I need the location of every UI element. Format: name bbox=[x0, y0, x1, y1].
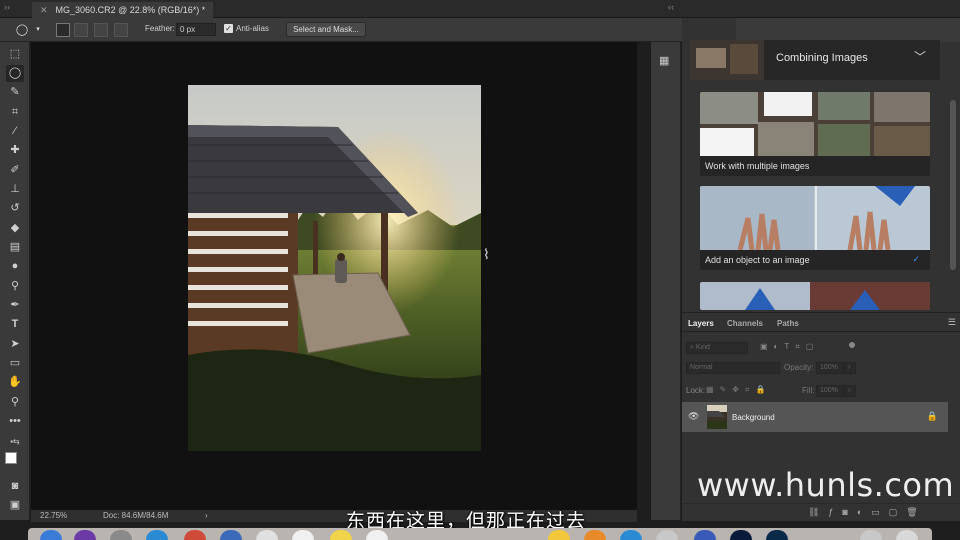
document-tab[interactable]: ✕ MG_3060.CR2 @ 22.8% (RGB/16*) * bbox=[32, 2, 214, 18]
layer-row-background[interactable]: 👁 Background 🔒 bbox=[682, 402, 948, 432]
tools-panel: ⬚ ◯ ✎ ⌗ ⁄ ✚ ✐ ⊥ ↺ ◆ ▤ ● ⚲ ✒ T ➤ ▭ ✋ ⚲ ••… bbox=[0, 42, 30, 520]
path-selection-tool-icon[interactable]: ➤ bbox=[6, 336, 24, 353]
hand-tool-icon[interactable]: ✋ bbox=[6, 374, 24, 391]
opacity-input[interactable]: 100% bbox=[816, 362, 844, 374]
blend-mode-select[interactable]: Normal bbox=[686, 362, 780, 374]
filter-kind-text: Kind bbox=[695, 344, 710, 351]
watermark: www.hunls.com bbox=[697, 466, 955, 504]
healing-brush-tool-icon[interactable]: ✚ bbox=[6, 142, 24, 159]
quick-mask-icon[interactable]: ◙ bbox=[6, 478, 24, 495]
tab-layers[interactable]: Layers bbox=[688, 319, 714, 328]
anti-alias-label: Anti-alias bbox=[236, 24, 269, 33]
canvas-area[interactable]: ⌇ bbox=[31, 42, 637, 510]
filter-toggle-icon[interactable] bbox=[849, 342, 855, 348]
clone-stamp-tool-icon[interactable]: ⊥ bbox=[6, 181, 24, 198]
screen-mode-icon[interactable]: ▣ bbox=[6, 497, 24, 514]
blur-tool-icon[interactable]: ● bbox=[6, 258, 24, 275]
tutorial-card-label: Add an object to an image bbox=[705, 255, 810, 265]
feather-input[interactable]: 0 px bbox=[176, 23, 216, 36]
new-selection-icon[interactable] bbox=[56, 23, 70, 37]
lasso-cursor-icon: ⌇ bbox=[483, 246, 490, 262]
tutorial-thumbnail bbox=[700, 282, 930, 310]
tutorial-card-add-object[interactable]: Add an object to an image ✓ bbox=[700, 186, 930, 270]
chevron-down-icon[interactable]: ﹀ bbox=[914, 48, 926, 65]
completed-check-icon: ✓ bbox=[912, 254, 920, 264]
visibility-eye-icon[interactable]: 👁 bbox=[688, 411, 699, 422]
tutorial-thumbnail bbox=[700, 92, 930, 156]
rectangle-tool-icon[interactable]: ▭ bbox=[6, 355, 24, 372]
subtract-selection-icon[interactable] bbox=[94, 23, 108, 37]
lock-options-icons[interactable]: ▦✎✥⌗🔒 bbox=[706, 385, 771, 395]
dodge-tool-icon[interactable]: ⚲ bbox=[6, 278, 24, 295]
fill-input[interactable]: 100% bbox=[816, 385, 844, 397]
opacity-chevron-icon[interactable]: › bbox=[844, 362, 856, 374]
collapsed-panels-strip: ▦ bbox=[651, 42, 681, 520]
crop-tool-icon[interactable]: ⌗ bbox=[6, 104, 24, 121]
panel-menu-icon[interactable]: ☰ bbox=[948, 317, 956, 328]
learn-panel-title: Combining Images bbox=[776, 52, 868, 64]
gradient-tool-icon[interactable]: ▤ bbox=[6, 239, 24, 256]
more-tools-icon[interactable]: ••• bbox=[6, 413, 24, 430]
doc-size: Doc: 84.6M/84.6M bbox=[103, 511, 169, 520]
history-brush-tool-icon[interactable]: ↺ bbox=[6, 200, 24, 217]
lock-label: Lock: bbox=[686, 386, 706, 395]
foreground-color-swatch[interactable] bbox=[5, 452, 17, 464]
lasso-preset-icon[interactable]: ◯ bbox=[14, 22, 30, 38]
tutorial-card-next[interactable] bbox=[700, 282, 930, 310]
quick-select-tool-icon[interactable]: ✎ bbox=[6, 84, 24, 101]
panel-header bbox=[736, 18, 960, 42]
layer-action-icons[interactable]: ⛓ƒ◙◐▭▢🗑 bbox=[808, 507, 927, 518]
eraser-tool-icon[interactable]: ◆ bbox=[6, 220, 24, 237]
pen-tool-icon[interactable]: ✒ bbox=[6, 297, 24, 314]
tab-paths[interactable]: Paths bbox=[777, 319, 799, 328]
panel-collapse-arrows-icon[interactable]: ‹‹ bbox=[668, 2, 674, 12]
default-colors-icon[interactable]: ▪⇆ bbox=[6, 433, 24, 450]
learn-panel-icon[interactable]: ▦ bbox=[659, 54, 669, 67]
collapse-arrows-icon[interactable]: ›› bbox=[4, 2, 10, 12]
feather-label: Feather: bbox=[145, 24, 175, 33]
layers-footer: ⛓ƒ◙◐▭▢🗑 bbox=[682, 503, 960, 521]
tab-divider bbox=[682, 331, 960, 332]
anti-alias-checkbox[interactable]: ✓ bbox=[224, 24, 233, 33]
layer-filter-kind[interactable]: ⌕ Kind bbox=[686, 342, 748, 354]
add-selection-icon[interactable] bbox=[74, 23, 88, 37]
learn-header-thumbnail bbox=[690, 40, 764, 80]
layer-lock-icon: 🔒 bbox=[926, 411, 938, 421]
close-tab-icon[interactable]: ✕ bbox=[40, 5, 48, 15]
opacity-label: Opacity: bbox=[784, 363, 814, 372]
document-photo[interactable] bbox=[188, 85, 481, 451]
brush-tool-icon[interactable]: ✐ bbox=[6, 162, 24, 179]
tutorial-thumbnail bbox=[700, 186, 930, 250]
lasso-tool-icon[interactable]: ◯ bbox=[6, 65, 24, 82]
eyedropper-tool-icon[interactable]: ⁄ bbox=[6, 123, 24, 140]
zoom-level[interactable]: 22.75% bbox=[40, 511, 67, 520]
tutorial-card-label: Work with multiple images bbox=[705, 161, 810, 171]
intersect-selection-icon[interactable] bbox=[114, 23, 128, 37]
layer-name: Background bbox=[732, 413, 775, 422]
filter-type-icons[interactable]: ▣◐T⌗▢ bbox=[760, 342, 819, 352]
tutorial-card-multiple-images[interactable]: Work with multiple images bbox=[700, 92, 930, 176]
status-menu-arrow-icon[interactable]: › bbox=[205, 511, 208, 520]
zoom-tool-icon[interactable]: ⚲ bbox=[6, 394, 24, 411]
document-tab-strip: ›› ✕ MG_3060.CR2 @ 22.8% (RGB/16*) * ‹‹ bbox=[0, 0, 960, 18]
tab-channels[interactable]: Channels bbox=[727, 319, 763, 328]
blend-mode-text: Normal bbox=[690, 364, 713, 371]
marquee-tool-icon[interactable]: ⬚ bbox=[6, 46, 24, 63]
preset-chevron-icon[interactable]: ▾ bbox=[30, 22, 46, 38]
document-tab-title: MG_3060.CR2 @ 22.8% (RGB/16*) * bbox=[55, 5, 206, 15]
fill-label: Fill: bbox=[802, 386, 815, 395]
learn-panel-scrollbar[interactable] bbox=[950, 100, 956, 270]
type-tool-icon[interactable]: T bbox=[6, 316, 24, 333]
fill-chevron-icon[interactable]: › bbox=[844, 385, 856, 397]
select-and-mask-button[interactable]: Select and Mask... bbox=[286, 22, 366, 37]
layer-thumbnail bbox=[707, 405, 727, 429]
